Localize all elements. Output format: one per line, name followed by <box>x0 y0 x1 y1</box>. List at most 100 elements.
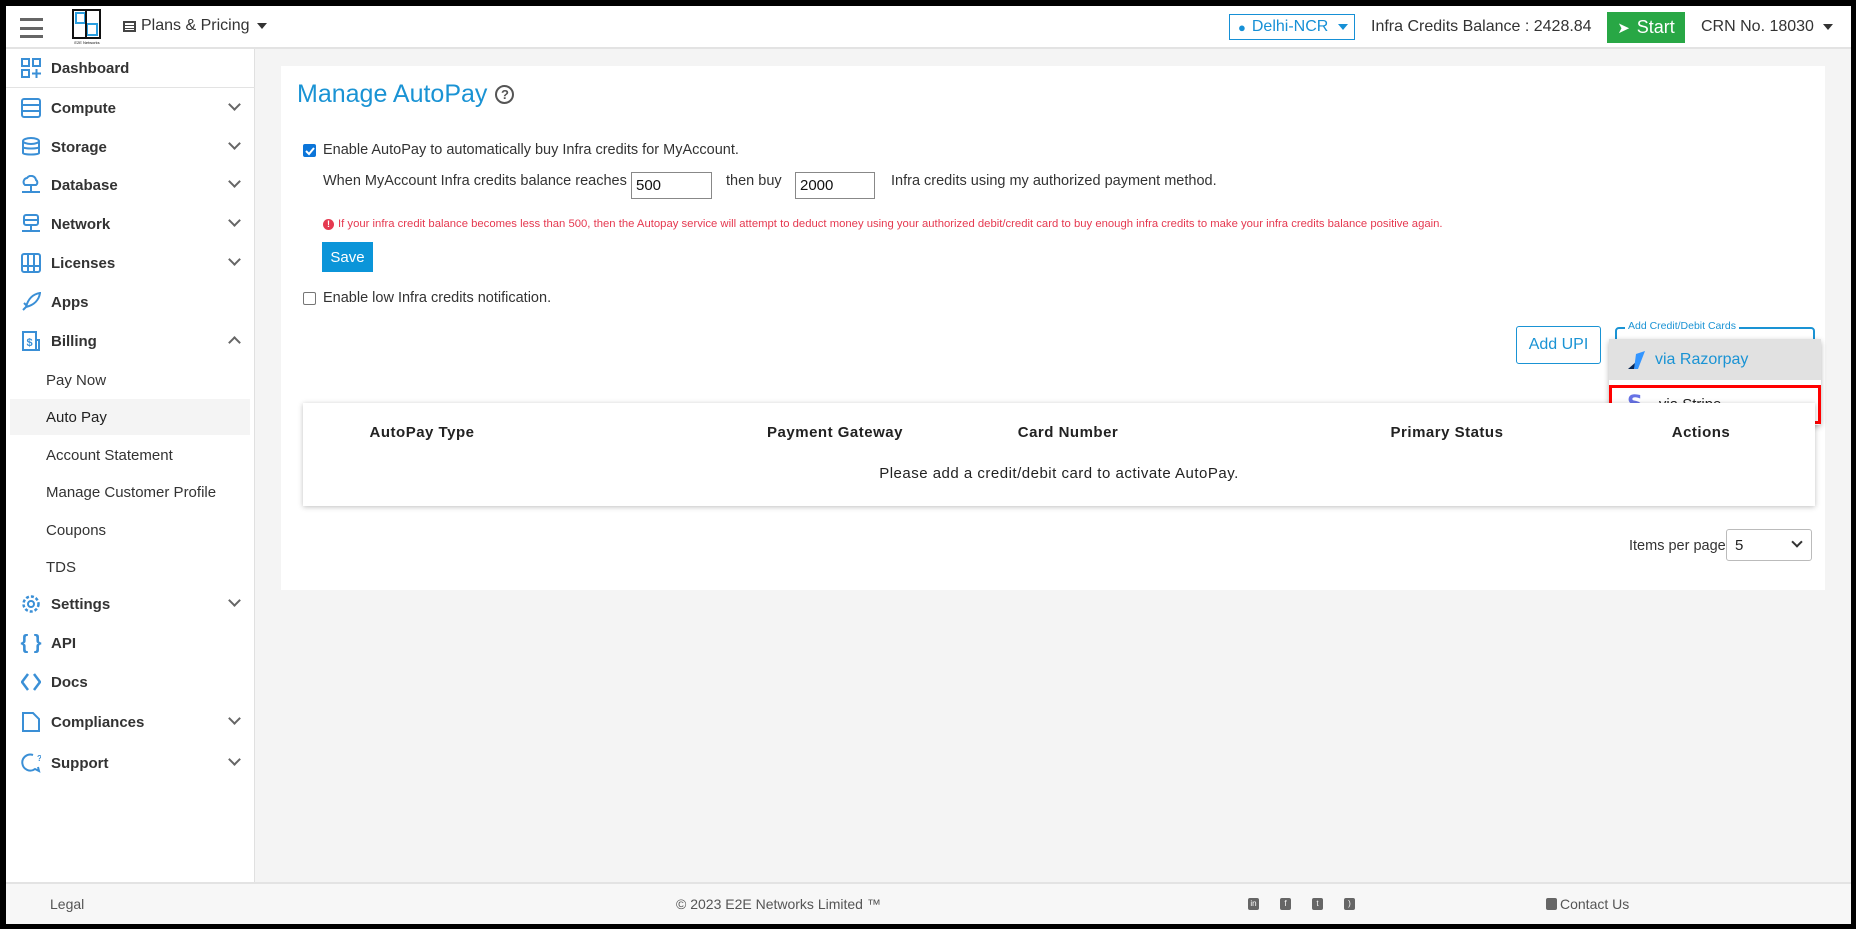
column-header: Primary Status <box>1390 424 1504 441</box>
code-icon <box>20 671 42 693</box>
svg-text:?: ? <box>37 754 41 763</box>
autopay-warning: ! If your infra credit balance becomes l… <box>323 218 1443 230</box>
sidebar-item-support[interactable]: ? Support <box>6 745 255 781</box>
threshold-input[interactable] <box>631 172 712 199</box>
add-upi-button[interactable]: Add UPI <box>1516 326 1601 364</box>
sidebar-label: Compute <box>51 99 116 117</box>
chevron-up-icon <box>228 336 241 349</box>
hamburger-menu-icon[interactable] <box>20 18 43 38</box>
column-header: Card Number <box>1017 424 1119 441</box>
sidebar-item-database[interactable]: Database <box>6 167 255 203</box>
sidebar-label: Network <box>51 215 111 233</box>
gear-icon <box>20 593 42 615</box>
region-selector[interactable]: ● Delhi-NCR <box>1229 14 1355 40</box>
twitter-icon[interactable]: t <box>1312 898 1323 910</box>
linkedin-icon[interactable]: in <box>1248 898 1259 910</box>
plans-pricing-label: Plans & Pricing <box>141 17 250 34</box>
sidebar-item-network[interactable]: Network <box>6 206 255 242</box>
chevron-down-icon <box>228 712 241 725</box>
contact-us-link[interactable]: Contact Us <box>1546 896 1629 912</box>
sidebar-label: Docs <box>51 673 88 691</box>
contact-us-label: Contact Us <box>1560 896 1630 912</box>
sidebar-item-billing[interactable]: $ Billing <box>6 323 255 359</box>
buy-amount-input[interactable] <box>795 172 875 199</box>
sidebar-item-compute[interactable]: Compute <box>6 90 255 126</box>
low-credit-notification-label: Enable low Infra credits notification. <box>323 290 552 306</box>
sidebar-item-compliances[interactable]: Compliances <box>6 704 255 740</box>
sidebar-item-apps[interactable]: Apps <box>6 284 255 320</box>
help-icon[interactable]: ? <box>495 85 515 104</box>
dashboard-icon <box>20 57 42 79</box>
column-header: Payment Gateway <box>767 424 903 441</box>
plans-pricing-menu[interactable]: Plans & Pricing <box>123 17 267 35</box>
region-label: Delhi-NCR <box>1251 18 1329 35</box>
sidebar-item-settings[interactable]: Settings <box>6 586 255 622</box>
autopay-table: AutoPay Type Payment Gateway Card Number… <box>303 403 1815 506</box>
enable-autopay-checkbox[interactable] <box>303 144 316 157</box>
via-razorpay-option[interactable]: via Razorpay <box>1609 339 1821 380</box>
sidebar-label: Storage <box>51 138 107 156</box>
add-cards-legend: Add Credit/Debit Cards <box>1625 320 1739 332</box>
chevron-down-icon <box>228 137 241 150</box>
sidebar: Dashboard Compute Storage Database Netwo… <box>6 49 255 882</box>
start-label: Start <box>1636 17 1675 37</box>
sidebar-label: Support <box>51 754 109 772</box>
svg-text:E2E Networks: E2E Networks <box>74 40 99 45</box>
chevron-down-icon <box>228 753 241 766</box>
sidebar-item-storage[interactable]: Storage <box>6 129 255 165</box>
threshold-label: When MyAccount Infra credits balance rea… <box>323 173 627 189</box>
copyright: © 2023 E2E Networks Limited ™ <box>676 896 881 912</box>
chevron-down-icon <box>228 175 241 188</box>
rss-icon[interactable]: ) <box>1344 898 1355 910</box>
sidebar-label: Licenses <box>51 254 116 272</box>
sidebar-subitem-pay-now[interactable]: Pay Now <box>10 362 250 398</box>
items-per-page-value: 5 <box>1735 537 1744 554</box>
database-icon <box>20 136 42 158</box>
server-icon <box>20 97 42 119</box>
paper-plane-icon: ➤ <box>1617 19 1630 37</box>
network-icon <box>20 213 42 235</box>
info-circle-icon: ! <box>323 218 334 230</box>
razorpay-icon <box>1628 350 1645 369</box>
page-title-row: Manage AutoPay ? <box>297 80 515 109</box>
items-per-page-label: Items per page <box>1629 538 1726 554</box>
sidebar-subitem-manage-customer-profile[interactable]: Manage Customer Profile <box>10 474 250 510</box>
sidebar-subitem-auto-pay[interactable]: Auto Pay <box>10 399 250 435</box>
braces-icon: { } <box>20 631 42 654</box>
start-button[interactable]: ➤ Start <box>1607 12 1685 43</box>
save-button[interactable]: Save <box>322 242 373 272</box>
sidebar-subitem-coupons[interactable]: Coupons <box>10 512 250 548</box>
chevron-down-icon <box>1791 536 1803 548</box>
e2e-logo[interactable]: E2E Networks <box>72 9 102 45</box>
column-header: AutoPay Type <box>369 424 475 441</box>
autopay-card: Manage AutoPay ? Enable AutoPay to autom… <box>281 66 1825 590</box>
facebook-icon[interactable]: f <box>1280 898 1291 910</box>
chevron-down-icon <box>228 98 241 111</box>
list-icon <box>123 20 136 32</box>
support-icon: ? <box>20 752 42 774</box>
items-per-page-select[interactable]: 5 <box>1726 529 1812 561</box>
low-credit-notification-checkbox[interactable] <box>303 292 316 305</box>
chevron-down-icon <box>228 594 241 607</box>
cloud-icon <box>20 174 42 196</box>
sidebar-label: Dashboard <box>51 59 130 77</box>
sidebar-item-docs[interactable]: Docs <box>6 664 255 700</box>
top-header: E2E Networks Plans & Pricing ● Delhi-NCR… <box>6 6 1851 49</box>
chevron-down-icon <box>228 214 241 227</box>
legal-link[interactable]: Legal <box>50 896 84 912</box>
sidebar-label: Apps <box>51 293 89 311</box>
sidebar-item-dashboard[interactable]: Dashboard <box>6 49 255 88</box>
sidebar-label: Database <box>51 176 118 194</box>
sidebar-subitem-account-statement[interactable]: Account Statement <box>10 437 250 473</box>
caret-down-icon <box>256 23 267 29</box>
sidebar-item-licenses[interactable]: Licenses <box>6 245 255 281</box>
column-header: Actions <box>1671 424 1731 441</box>
sidebar-item-api[interactable]: { } API <box>6 625 255 661</box>
razorpay-label: via Razorpay <box>1655 350 1749 368</box>
sidebar-subitem-tds[interactable]: TDS <box>10 549 250 585</box>
empty-table-message: Please add a credit/debit card to activa… <box>879 465 1239 482</box>
crn-menu[interactable]: CRN No. 18030 <box>1701 18 1833 36</box>
page-title: Manage AutoPay <box>297 80 488 108</box>
sidebar-label: Settings <box>51 595 111 613</box>
billing-icon: $ <box>20 330 42 352</box>
